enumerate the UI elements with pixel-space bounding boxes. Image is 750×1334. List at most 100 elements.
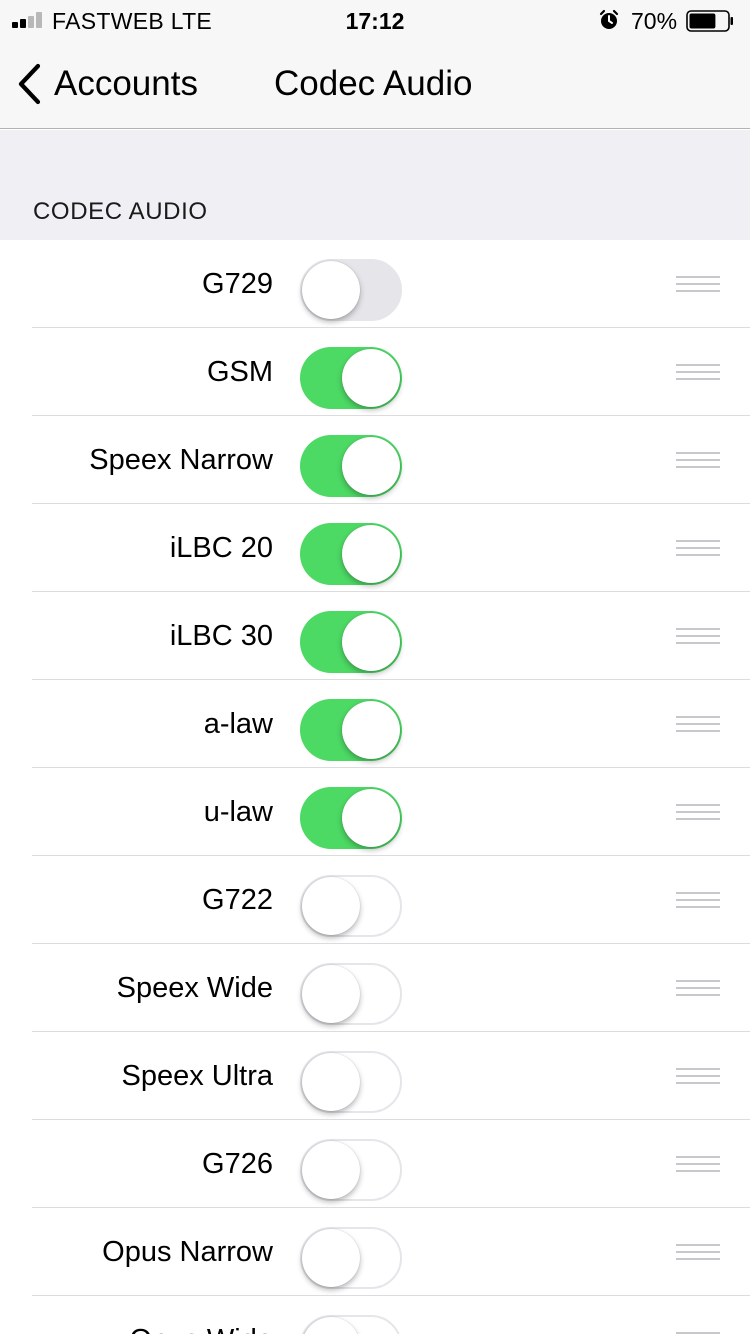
toggle-knob <box>342 349 400 407</box>
back-button-label: Accounts <box>54 64 198 103</box>
toggle-knob <box>302 877 360 935</box>
toggle-knob <box>302 965 360 1023</box>
navigation-bar: Accounts Codec Audio <box>0 40 750 129</box>
reorder-handle-icon[interactable] <box>676 1068 720 1086</box>
codec-row: a-law <box>0 680 750 768</box>
codec-label: GSM <box>206 356 273 388</box>
handle-line <box>676 554 720 556</box>
codec-row: Speex Wide <box>0 944 750 1032</box>
status-bar: FASTWEB LTE 17:12 70% <box>0 0 750 40</box>
handle-line <box>676 1163 720 1165</box>
reorder-handle-icon[interactable] <box>676 804 720 822</box>
alarm-icon <box>599 9 619 29</box>
handle-line <box>676 899 720 901</box>
handle-line <box>676 811 720 813</box>
handle-line <box>676 642 720 644</box>
codec-label: G726 <box>202 1148 273 1180</box>
handle-line <box>676 283 720 285</box>
codec-label: Opus Narrow <box>102 1236 273 1268</box>
codec-toggle[interactable] <box>300 963 402 1025</box>
codec-label: iLBC 30 <box>169 620 273 652</box>
handle-line <box>676 987 720 989</box>
codec-label: G722 <box>202 884 273 916</box>
codec-label: G729 <box>202 268 273 300</box>
handle-line <box>676 716 720 718</box>
codec-row: Opus Wide <box>0 1296 750 1334</box>
reorder-handle-icon[interactable] <box>676 364 720 382</box>
handle-line <box>676 628 720 630</box>
codec-label: u-law <box>203 796 273 828</box>
reorder-handle-icon[interactable] <box>676 628 720 646</box>
handle-line <box>676 1258 720 1260</box>
codec-toggle[interactable] <box>300 1315 402 1334</box>
handle-line <box>676 466 720 468</box>
handle-line <box>676 804 720 806</box>
reorder-handle-icon[interactable] <box>676 540 720 558</box>
toggle-knob <box>342 613 400 671</box>
codec-row: iLBC 30 <box>0 592 750 680</box>
handle-line <box>676 906 720 908</box>
codec-toggle[interactable] <box>300 347 402 409</box>
codec-label: Speex Narrow <box>89 444 273 476</box>
codec-toggle[interactable] <box>300 1139 402 1201</box>
reorder-handle-icon[interactable] <box>676 276 720 294</box>
codec-label: a-law <box>203 708 273 740</box>
codec-toggle[interactable] <box>300 435 402 497</box>
codec-row: Opus Narrow <box>0 1208 750 1296</box>
toggle-knob <box>342 789 400 847</box>
codec-row: u-law <box>0 768 750 856</box>
codec-toggle[interactable] <box>300 523 402 585</box>
handle-line <box>676 540 720 542</box>
page-title: Codec Audio <box>274 64 473 103</box>
reorder-handle-icon[interactable] <box>676 1156 720 1174</box>
reorder-handle-icon[interactable] <box>676 452 720 470</box>
back-button[interactable]: Accounts <box>16 62 198 106</box>
handle-line <box>676 818 720 820</box>
codec-toggle[interactable] <box>300 699 402 761</box>
reorder-handle-icon[interactable] <box>676 716 720 734</box>
toggle-knob <box>342 437 400 495</box>
handle-line <box>676 290 720 292</box>
handle-line <box>676 980 720 982</box>
section-title: CODEC AUDIO <box>33 198 208 225</box>
handle-line <box>676 371 720 373</box>
handle-line <box>676 635 720 637</box>
handle-line <box>676 459 720 461</box>
codec-toggle[interactable] <box>300 875 402 937</box>
toggle-knob <box>342 701 400 759</box>
codec-toggle[interactable] <box>300 1051 402 1113</box>
chevron-left-icon <box>18 63 41 105</box>
handle-line <box>676 378 720 380</box>
codec-row: iLBC 20 <box>0 504 750 592</box>
reorder-handle-icon[interactable] <box>676 980 720 998</box>
toggle-knob <box>302 261 360 319</box>
handle-line <box>676 730 720 732</box>
codec-label: Opus Wide <box>130 1296 273 1334</box>
codec-row: Speex Narrow <box>0 416 750 504</box>
handle-line <box>676 1068 720 1070</box>
codec-toggle[interactable] <box>300 787 402 849</box>
reorder-handle-icon[interactable] <box>676 892 720 910</box>
codec-toggle[interactable] <box>300 611 402 673</box>
toggle-knob <box>302 1317 360 1334</box>
handle-line <box>676 892 720 894</box>
battery-fill <box>689 13 716 29</box>
toggle-knob <box>302 1141 360 1199</box>
handle-line <box>676 1244 720 1246</box>
codec-toggle[interactable] <box>300 1227 402 1289</box>
codec-toggle[interactable] <box>300 259 402 321</box>
codec-label: iLBC 20 <box>169 532 273 564</box>
codec-list: G729 GSM Speex Narrow iLBC 20 iLBC 30 a-law u-… <box>0 240 750 1334</box>
handle-line <box>676 364 720 366</box>
codec-row: GSM <box>0 328 750 416</box>
handle-line <box>676 1082 720 1084</box>
codec-row: G729 <box>0 240 750 328</box>
battery-percent: 70% <box>631 8 678 34</box>
toggle-knob <box>342 525 400 583</box>
handle-line <box>676 723 720 725</box>
handle-line <box>676 547 720 549</box>
toggle-knob <box>302 1229 360 1287</box>
handle-line <box>676 1170 720 1172</box>
handle-line <box>676 452 720 454</box>
reorder-handle-icon[interactable] <box>676 1244 720 1262</box>
